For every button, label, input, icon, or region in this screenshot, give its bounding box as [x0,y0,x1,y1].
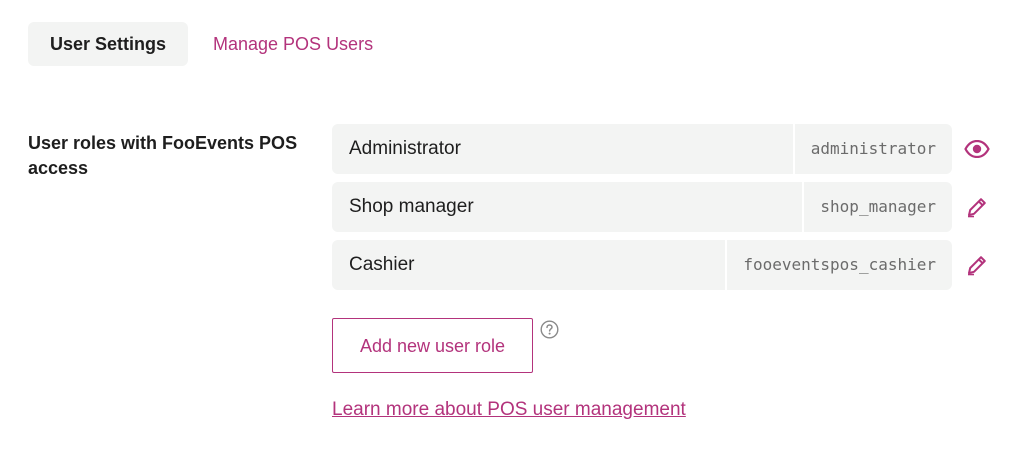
role-row-cashier: Cashier fooeventspos_cashier [332,240,952,290]
role-name: Administrator [349,138,461,159]
learn-more-link[interactable]: Learn more about POS user management [332,399,686,421]
role-slug: administrator [792,124,952,174]
role-row-shop-manager: Shop manager shop_manager [332,182,952,232]
role-name: Cashier [349,254,415,275]
role-row-administrator: Administrator administrator [332,124,952,174]
pencil-icon[interactable] [962,240,992,290]
eye-icon[interactable] [962,124,992,174]
tab-manage-pos-users[interactable]: Manage POS Users [213,22,373,66]
section-label: User roles with FooEvents POS access [28,133,298,178]
role-slug: shop_manager [802,182,952,232]
add-new-user-role-button[interactable]: Add new user role [332,318,533,373]
tab-user-settings[interactable]: User Settings [28,22,188,66]
role-name: Shop manager [349,196,474,217]
question-circle-icon[interactable] [540,320,559,339]
pencil-icon[interactable] [962,182,992,232]
role-slug: fooeventspos_cashier [725,240,952,290]
